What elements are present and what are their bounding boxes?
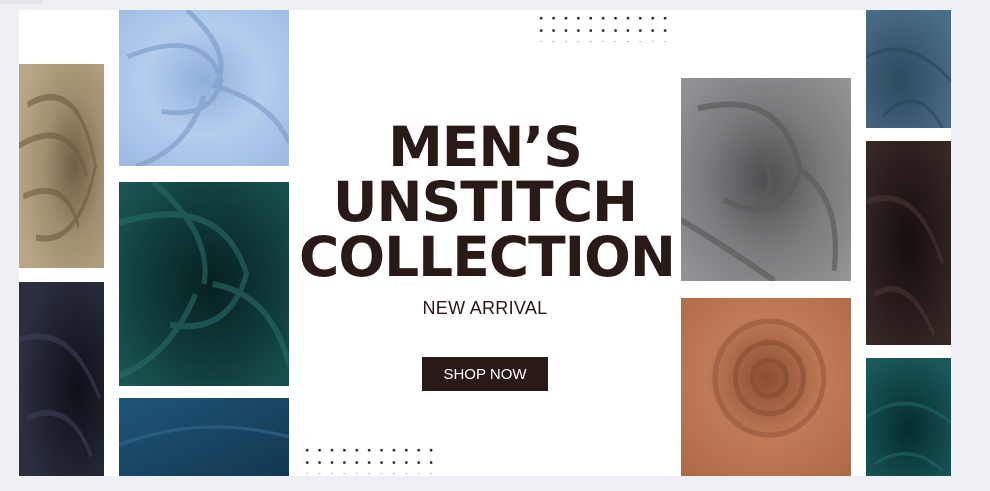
fabric-tile-grey bbox=[681, 78, 851, 281]
fabric-tile-light-blue bbox=[119, 10, 289, 166]
fabric-tile-deep-teal bbox=[866, 358, 951, 476]
collection-headline: MEN’S UNSTITCH COLLECTION bbox=[299, 115, 676, 289]
top-left-accent bbox=[0, 0, 42, 4]
headline-line-2: UNSTITCH bbox=[332, 170, 638, 234]
fabric-tile-steel-blue bbox=[866, 10, 951, 128]
dot-pattern-bottom bbox=[301, 444, 437, 474]
headline-line-1: MEN’S bbox=[388, 115, 583, 179]
fabric-tile-dark-brown bbox=[866, 141, 951, 345]
fabric-tile-khaki bbox=[19, 64, 104, 268]
collection-banner[interactable]: MEN’S UNSTITCH COLLECTION NEW ARRIVAL SH… bbox=[19, 10, 951, 476]
fabric-tile-black bbox=[19, 282, 104, 476]
shop-now-button[interactable]: SHOP NOW bbox=[422, 357, 548, 391]
fabric-tile-terracotta bbox=[681, 298, 851, 476]
fabric-tile-petrol-blue bbox=[119, 398, 289, 476]
dot-pattern-top bbox=[535, 12, 671, 42]
headline-line-3: COLLECTION bbox=[299, 225, 676, 289]
new-arrival-label: NEW ARRIVAL bbox=[422, 298, 548, 318]
fabric-tile-dark-teal bbox=[119, 182, 289, 386]
